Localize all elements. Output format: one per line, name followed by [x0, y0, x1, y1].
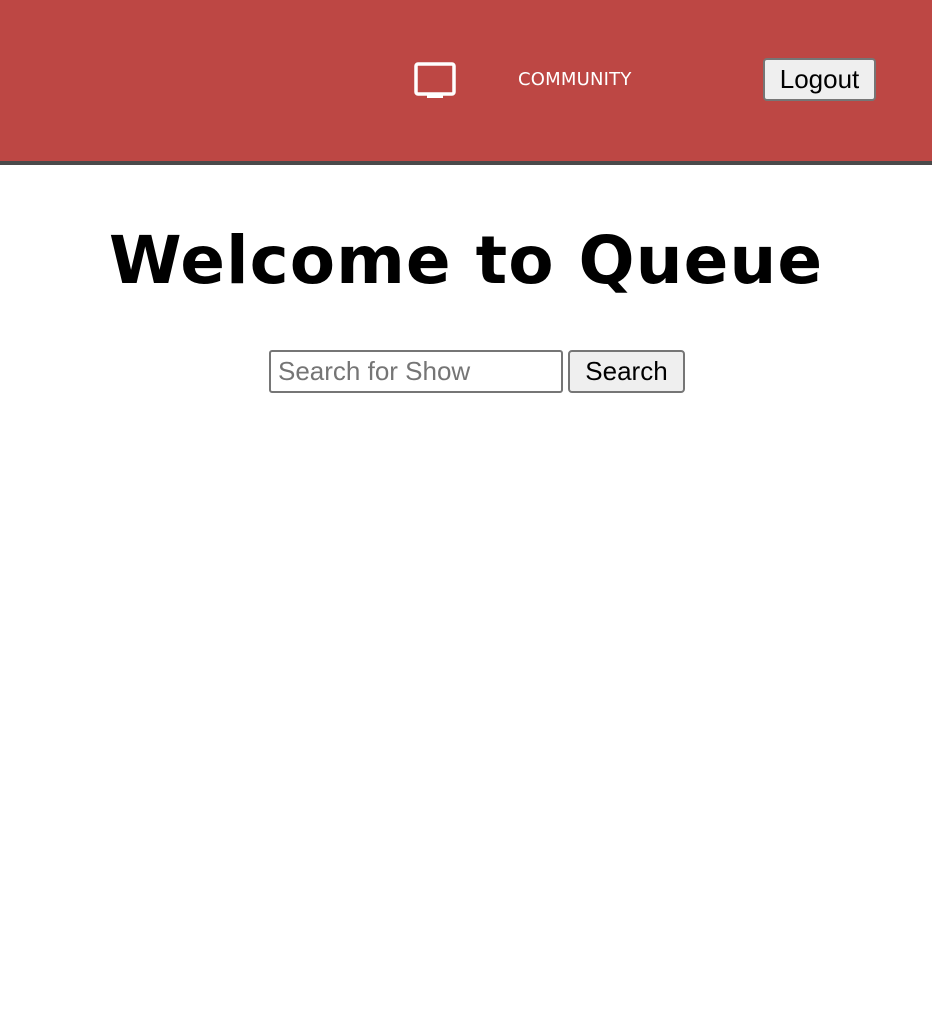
top-navbar: COMMUNITY Logout [0, 0, 932, 165]
page-title: Welcome to Queue [108, 222, 824, 299]
tv-icon[interactable] [414, 62, 456, 99]
main-content: Welcome to Queue Search [0, 165, 932, 1026]
logout-button[interactable]: Logout [763, 58, 876, 101]
search-button[interactable]: Search [568, 350, 685, 393]
community-link[interactable]: COMMUNITY [518, 68, 632, 92]
search-input[interactable] [269, 350, 563, 393]
